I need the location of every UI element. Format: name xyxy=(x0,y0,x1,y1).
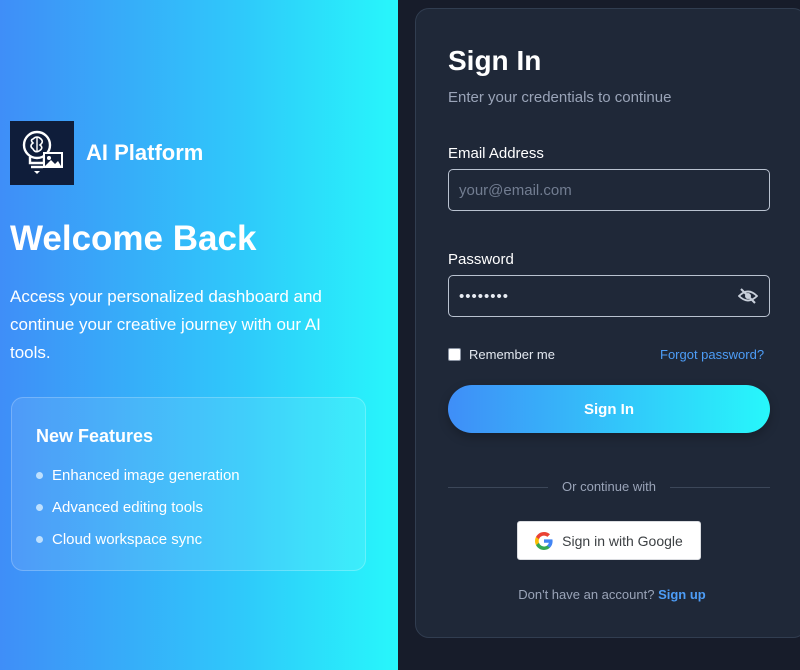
sign-in-card: Sign In Enter your credentials to contin… xyxy=(415,8,800,638)
google-button-label: Sign in with Google xyxy=(562,532,683,549)
remember-me[interactable]: Remember me xyxy=(448,347,555,362)
eye-off-icon[interactable] xyxy=(737,288,759,304)
forgot-password-link[interactable]: Forgot password? xyxy=(660,347,764,362)
feature-label: Cloud workspace sync xyxy=(52,530,203,548)
feature-label: Advanced editing tools xyxy=(52,498,203,516)
password-label: Password xyxy=(448,251,514,268)
google-icon xyxy=(535,531,553,550)
hero-panel: AI Platform Welcome Back Access your per… xyxy=(0,0,398,670)
remember-checkbox[interactable] xyxy=(448,348,461,361)
signup-text: Don't have an account? xyxy=(518,587,655,602)
lightbulb-brain-icon xyxy=(10,121,74,185)
page-title: Welcome Back xyxy=(10,219,257,258)
brand: AI Platform xyxy=(10,121,203,185)
sign-in-button[interactable]: Sign In xyxy=(448,385,770,433)
features-title: New Features xyxy=(36,426,154,446)
brand-name: AI Platform xyxy=(86,140,204,165)
sign-in-subtitle: Enter your credentials to continue xyxy=(448,89,672,106)
sign-in-title: Sign In xyxy=(448,45,542,76)
email-label: Email Address xyxy=(448,145,544,162)
hero-tagline: Access your personalized dashboard and c… xyxy=(10,287,322,362)
signup-link[interactable]: Sign up xyxy=(658,587,706,602)
features-card: New Features Enhanced image generation A… xyxy=(11,397,366,571)
bullet-icon xyxy=(36,471,43,479)
bullet-icon xyxy=(36,535,43,543)
feature-item: Enhanced image generation xyxy=(36,459,365,491)
divider-line xyxy=(670,487,770,488)
divider: Or continue with xyxy=(448,479,770,497)
remember-label: Remember me xyxy=(469,347,555,362)
email-field[interactable] xyxy=(448,169,770,211)
password-field[interactable] xyxy=(448,275,770,317)
bullet-icon xyxy=(36,503,43,511)
signup-prompt: Don't have an account? Sign up xyxy=(416,587,800,602)
feature-item: Cloud workspace sync xyxy=(36,523,365,555)
feature-item: Advanced editing tools xyxy=(36,491,365,523)
feature-label: Enhanced image generation xyxy=(52,466,240,484)
google-sign-in-button[interactable]: Sign in with Google xyxy=(517,521,701,560)
